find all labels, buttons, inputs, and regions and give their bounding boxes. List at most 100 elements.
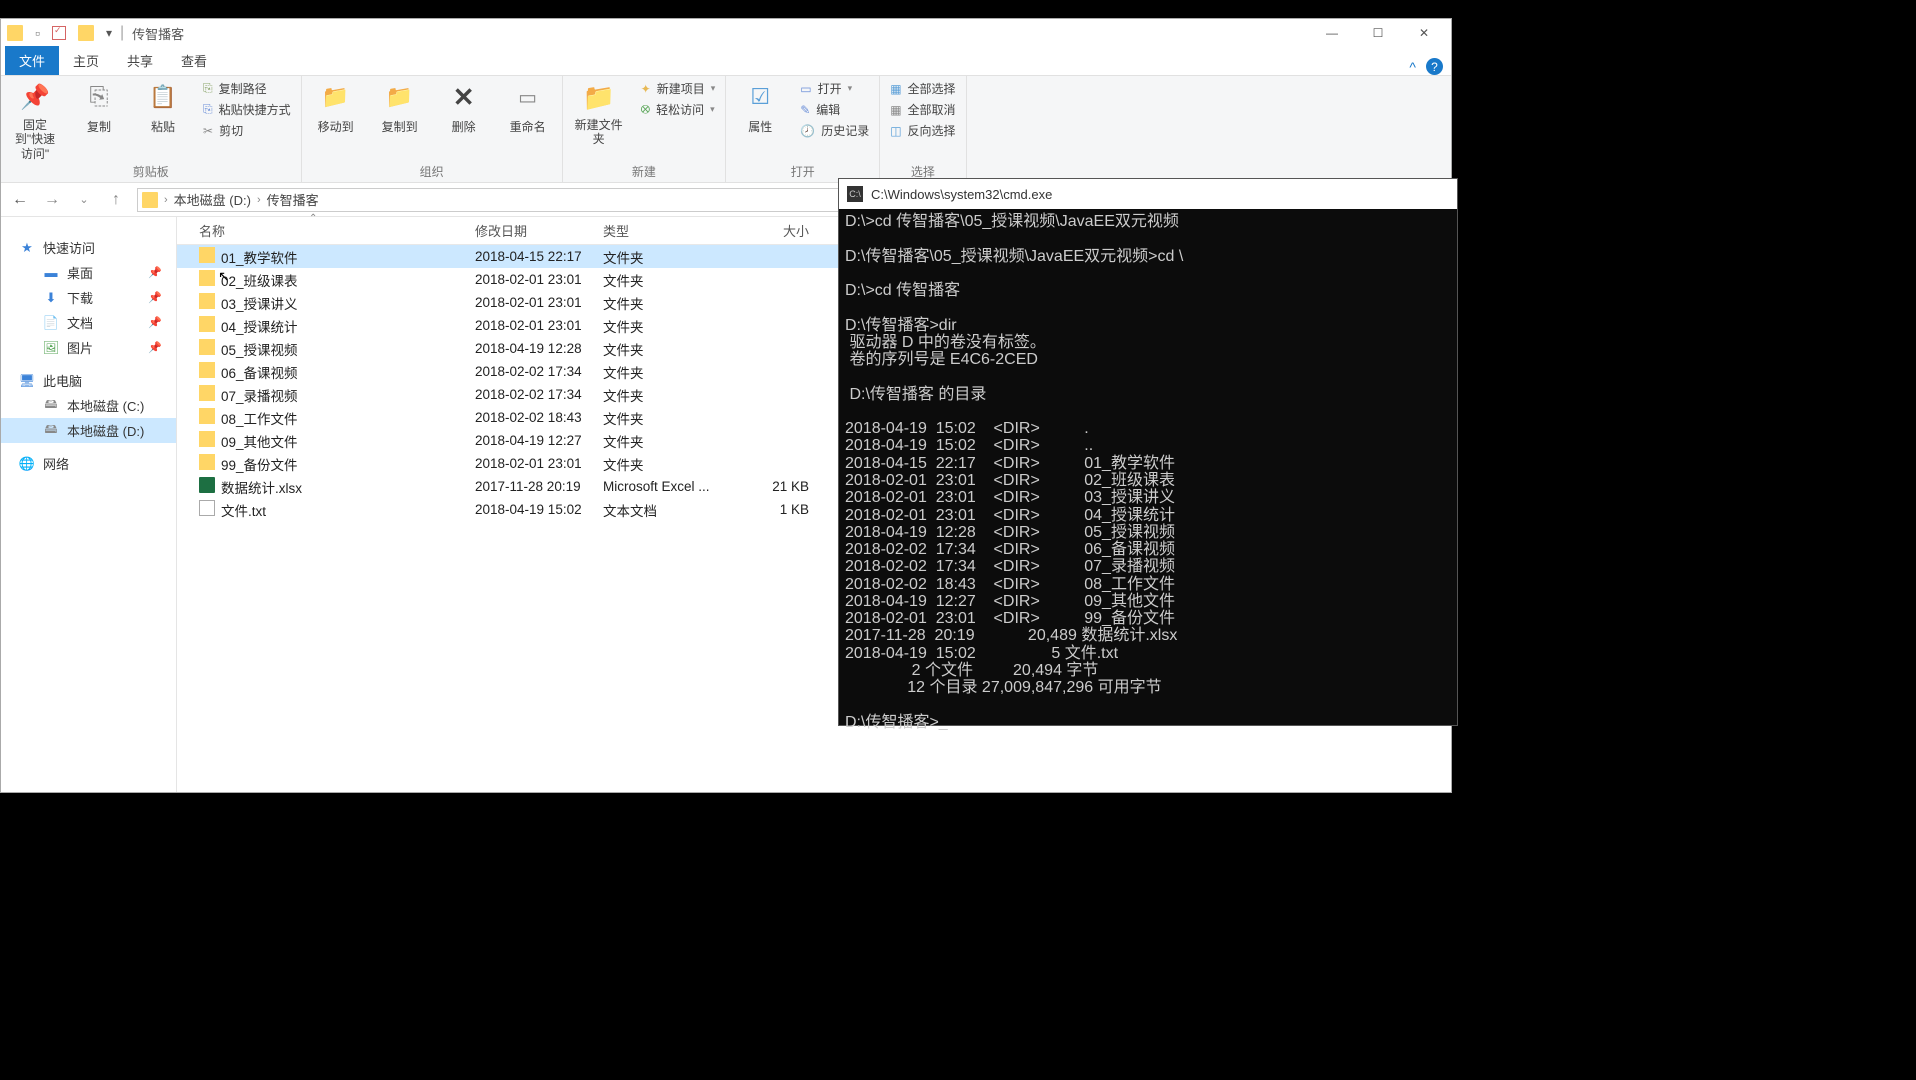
file-name-label: 07_录播视频 [221, 389, 298, 404]
folder-icon-2 [78, 25, 94, 41]
file-size-label: 21 KB [731, 479, 809, 494]
file-size-label: 1 KB [731, 502, 809, 517]
folder-icon [199, 454, 215, 470]
history-button[interactable]: 🕗历史记录 [800, 122, 869, 139]
ribbon: 📌 固定到"快速访问" ⎘ 复制 📋 粘贴 ⎘复制路径 ⎘粘贴快捷方式 ✂剪切 … [1, 75, 1451, 183]
file-name-label: 06_备课视频 [221, 366, 298, 381]
cut-button[interactable]: ✂剪切 [203, 122, 291, 139]
cmd-icon: C:\ [847, 186, 863, 202]
folder-icon [7, 25, 23, 41]
edit-button[interactable]: ✎编辑 [800, 101, 869, 118]
file-name-label: 01_教学软件 [221, 251, 298, 266]
column-size[interactable]: 大小 [731, 221, 809, 240]
breadcrumb[interactable]: 传智播客 [267, 190, 319, 209]
file-type-label: 文件夹 [603, 362, 731, 382]
folder-icon [199, 408, 215, 424]
tab-home[interactable]: 主页 [59, 46, 113, 75]
tab-share[interactable]: 共享 [113, 46, 167, 75]
sidebar-documents[interactable]: 📄文档📌 [1, 310, 176, 335]
file-name-label: 09_其他文件 [221, 435, 298, 450]
quick-dropdown[interactable]: ▾ [106, 26, 112, 40]
invert-selection-button[interactable]: ◫反向选择 [890, 122, 955, 139]
file-name-label: 08_工作文件 [221, 412, 298, 427]
file-type-label: 文件夹 [603, 270, 731, 290]
file-type-label: 文件夹 [603, 293, 731, 313]
folder-icon [199, 385, 215, 401]
select-all-button[interactable]: ▦全部选择 [890, 80, 955, 97]
new-item-button[interactable]: ✦新建项目▾ [641, 80, 716, 97]
delete-button[interactable]: ✕ 删除 [440, 80, 488, 135]
file-date-label: 2018-04-19 15:02 [475, 502, 603, 517]
file-name-label: 05_授课视频 [221, 343, 298, 358]
folder-icon [199, 247, 215, 263]
sidebar-drive-d[interactable]: 🖴本地磁盘 (D:) [1, 418, 176, 443]
file-date-label: 2018-02-01 23:01 [475, 456, 603, 471]
easy-access-button[interactable]: ⭙轻松访问▾ [641, 101, 716, 118]
cmd-title-text: C:\Windows\system32\cmd.exe [871, 187, 1052, 202]
title-bar: ▫ ▾ | 传智播客 — ☐ ✕ [1, 19, 1451, 47]
sidebar-downloads[interactable]: ⬇下载📌 [1, 285, 176, 310]
move-to-button[interactable]: 📁 移动到 [312, 80, 360, 135]
copy-button[interactable]: ⎘ 复制 [75, 80, 123, 135]
column-modified[interactable]: 修改日期 [475, 221, 603, 240]
sidebar-quick-access[interactable]: ★快速访问 [1, 235, 176, 260]
properties-button[interactable]: ☑ 属性 [736, 80, 784, 135]
xlsx-icon [199, 477, 215, 493]
new-group-label: 新建 [573, 162, 716, 180]
folder-icon [199, 293, 215, 309]
select-none-button[interactable]: ▦全部取消 [890, 101, 955, 118]
window-title: 传智播客 [132, 24, 184, 43]
column-name[interactable]: 名称⌃ [199, 221, 475, 240]
sidebar-pictures[interactable]: 🖼图片📌 [1, 335, 176, 360]
quick-tool-1[interactable]: ▫ [35, 25, 40, 41]
folder-icon [142, 192, 158, 208]
file-type-label: Microsoft Excel ... [603, 479, 731, 494]
up-button[interactable]: ↑ [105, 191, 127, 209]
file-type-label: 文件夹 [603, 339, 731, 359]
file-name-label: 02_班级课表 [221, 274, 298, 289]
file-name-label: 文件.txt [221, 504, 266, 519]
file-date-label: 2018-02-02 18:43 [475, 410, 603, 425]
ribbon-toggle-icon[interactable]: ^ [1409, 59, 1416, 75]
sidebar-network[interactable]: 🌐网络 [1, 451, 176, 476]
sidebar-this-pc[interactable]: 🖥此电脑 [1, 368, 176, 393]
file-type-label: 文件夹 [603, 431, 731, 451]
copy-path-button[interactable]: ⎘复制路径 [203, 80, 291, 97]
sidebar-drive-c[interactable]: 🖴本地磁盘 (C:) [1, 393, 176, 418]
new-folder-button[interactable]: 📁 新建文件夹 [573, 80, 625, 147]
cmd-title-bar[interactable]: C:\ C:\Windows\system32\cmd.exe [839, 179, 1457, 209]
minimize-button[interactable]: — [1309, 19, 1355, 47]
rename-button[interactable]: ▭ 重命名 [504, 80, 552, 135]
breadcrumb[interactable]: 本地磁盘 (D:) [174, 190, 251, 209]
open-button[interactable]: ▭打开▾ [800, 80, 869, 97]
file-date-label: 2018-02-02 17:34 [475, 364, 603, 379]
sidebar-desktop[interactable]: ▬桌面📌 [1, 260, 176, 285]
file-name-label: 04_授课统计 [221, 320, 298, 335]
file-date-label: 2018-04-19 12:27 [475, 433, 603, 448]
recent-dropdown[interactable]: ⌄ [73, 193, 95, 206]
tab-view[interactable]: 查看 [167, 46, 221, 75]
back-button[interactable]: ← [9, 191, 31, 209]
organize-group-label: 组织 [312, 162, 552, 180]
paste-button[interactable]: 📋 粘贴 [139, 80, 187, 135]
clipboard-group-label: 剪贴板 [11, 162, 291, 180]
column-type[interactable]: 类型 [603, 221, 731, 240]
file-date-label: 2018-02-01 23:01 [475, 272, 603, 287]
quick-tool-2[interactable] [52, 26, 66, 40]
tab-file[interactable]: 文件 [5, 46, 59, 75]
forward-button[interactable]: → [41, 191, 63, 209]
cmd-body[interactable]: D:\>cd 传智播客\05_授课视频\JavaEE双元视频 D:\传智播客\0… [839, 209, 1457, 735]
txt-icon [199, 500, 215, 516]
file-date-label: 2018-04-15 22:17 [475, 249, 603, 264]
file-type-label: 文件夹 [603, 454, 731, 474]
copy-to-button[interactable]: 📁 复制到 [376, 80, 424, 135]
maximize-button[interactable]: ☐ [1355, 19, 1401, 47]
pin-quickaccess-button[interactable]: 📌 固定到"快速访问" [11, 80, 59, 161]
file-type-label: 文件夹 [603, 316, 731, 336]
help-icon[interactable]: ? [1426, 58, 1443, 75]
close-button[interactable]: ✕ [1401, 19, 1447, 47]
file-name-label: 99_备份文件 [221, 458, 298, 473]
paste-shortcut-button[interactable]: ⎘粘贴快捷方式 [203, 101, 291, 118]
folder-icon [199, 362, 215, 378]
file-type-label: 文件夹 [603, 247, 731, 267]
